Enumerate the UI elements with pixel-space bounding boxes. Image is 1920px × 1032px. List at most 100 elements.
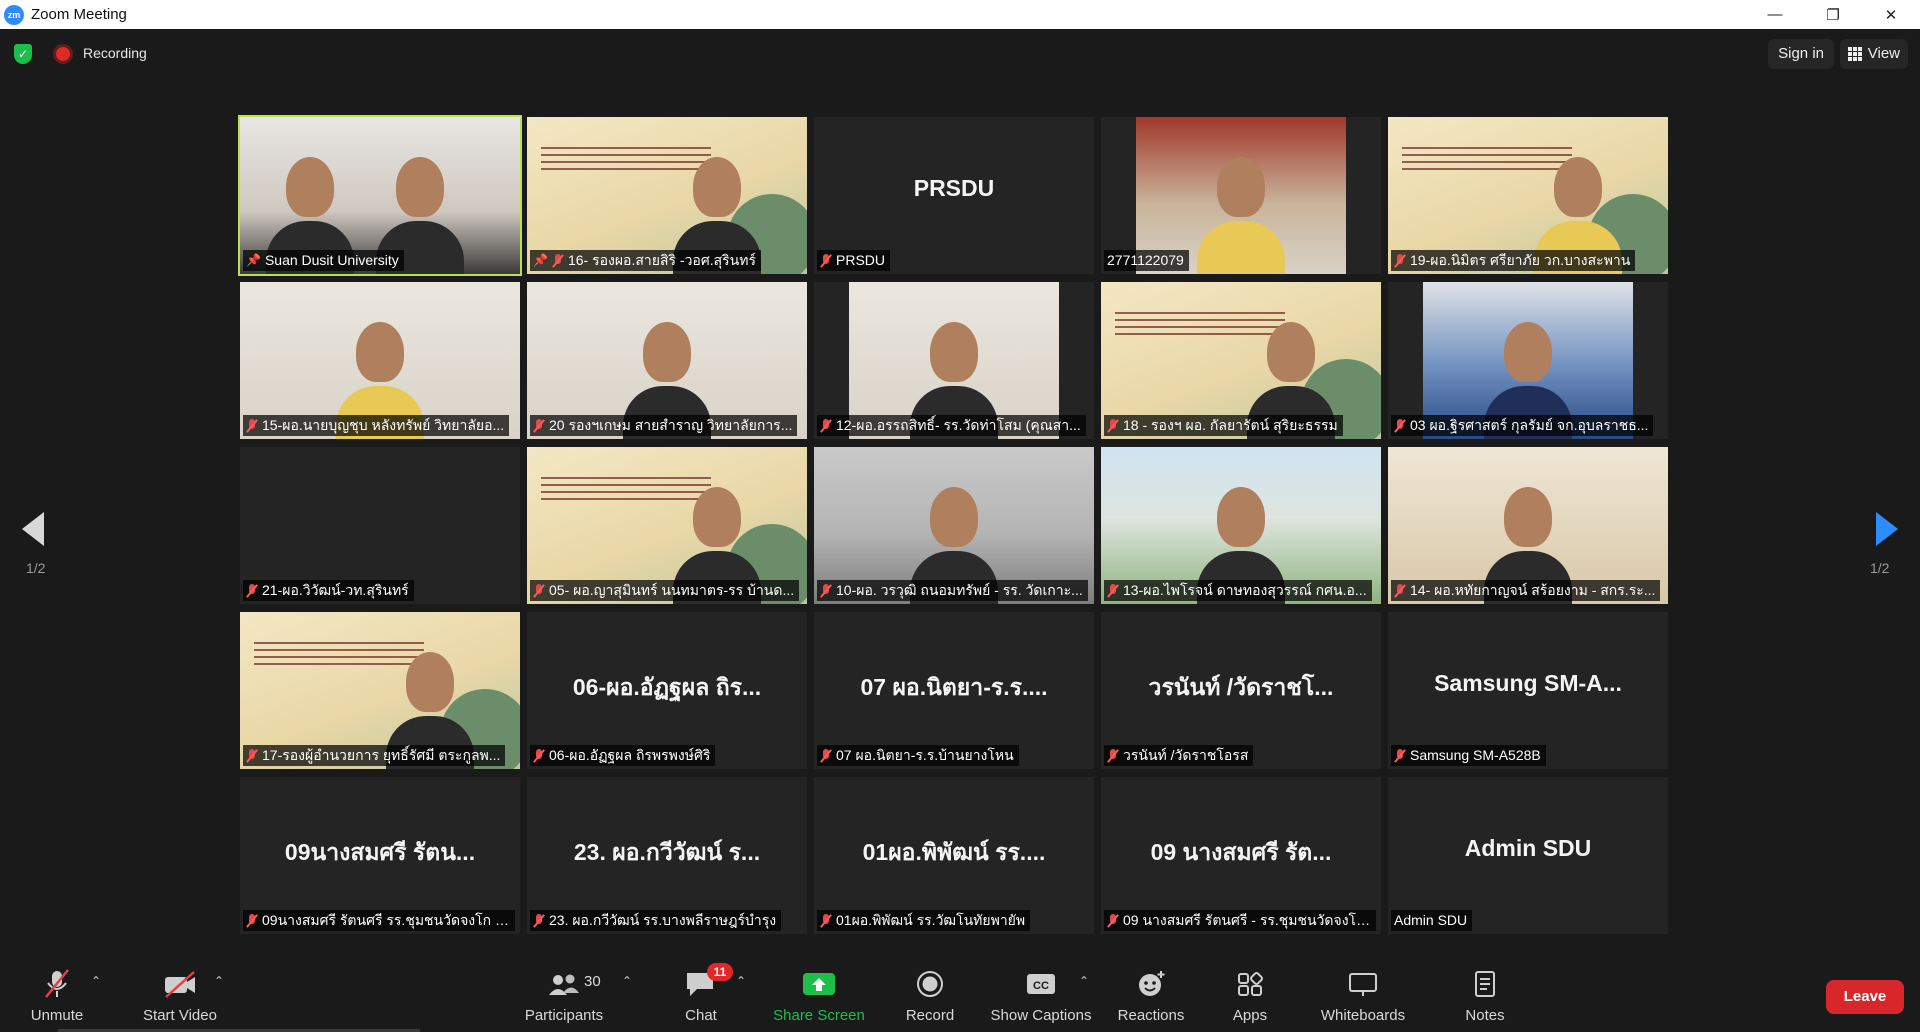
apps-button[interactable]: Apps [1230,960,1270,1024]
participant-tile[interactable]: 13-ผอ.ไพโรจน์ ดาษทองสุวรรณ์ กศน.อ... [1101,447,1381,604]
sign-in-button[interactable]: Sign in [1768,39,1834,69]
participants-label: Participants [524,1007,604,1024]
chat-label: Chat [685,1007,717,1024]
participant-face [396,157,444,217]
participant-tile[interactable]: 05- ผอ.ญาสุมินทร์ นนทมาตร-รร บ้านด... [527,447,807,604]
participant-name-label: 21-ผอ.วิวัฒน์-วท.สุรินทร์ [243,580,414,601]
participant-tile[interactable]: Admin SDU Admin SDU [1388,777,1668,934]
participant-name-text: 15-ผอ.นายบุญชุบ หลังทรัพย์ วิทยาลัยอ... [262,417,505,433]
participants-count: 30 [584,973,601,990]
participant-tile[interactable]: 01ผอ.พิพัฒน์ รร.... 01ผอ.พิพัฒน์ รร.วัฒโน… [814,777,1094,934]
participant-name-label: 05- ผอ.ญาสุมินทร์ นนทมาตร-รร บ้านด... [530,580,800,601]
muted-microphone-icon [39,969,75,999]
participant-tile[interactable]: 14- ผอ.หทัยกาญจน์ สร้อยงาม - สกร.ระ... [1388,447,1668,604]
participant-name-label: 19-ผอ.นิมิตร ศรียาภัย วก.บางสะพาน [1391,250,1636,271]
record-button[interactable]: Record [902,960,958,1024]
participant-face [643,322,691,382]
whiteboards-label: Whiteboards [1320,1007,1406,1024]
participant-name-text: 14- ผอ.หทัยกาญจน์ สร้อยงาม - สกร.ระ... [1410,582,1656,598]
participant-name-label: 01ผอ.พิพัฒน์ รร.วัฒโนทัยพายัพ [817,910,1031,931]
participant-name-text: 19-ผอ.นิมิตร ศรียาภัย วก.บางสะพาน [1410,252,1631,268]
view-button[interactable]: View [1839,39,1908,69]
participant-tile[interactable]: 06-ผอ.อัฏฐผล ถิร... 06-ผอ.อัฏฐผล ถิรพรพงษ… [527,612,807,769]
share-screen-button[interactable]: Share Screen [773,960,865,1024]
participant-tile[interactable]: 10-ผอ. วรวุฒิ ถนอมทรัพย์ - รร. วัดเกาะ..… [814,447,1094,604]
previous-page-arrow-icon[interactable] [22,512,44,546]
participant-name-text: Suan Dusit University [264,252,399,268]
participants-options-chevron-icon[interactable]: ⌃ [622,974,632,988]
participant-tile[interactable]: 09 นางสมศรี รัต... 09 นางสมศรี รัตนศรี - … [1101,777,1381,934]
participant-tile[interactable]: PRSDU PRSDU [814,117,1094,274]
participant-name-label: 20 รองฯเกษม สายสำราญ วิทยาลัยการ... [530,415,798,436]
muted-microphone-icon [533,418,545,433]
participant-tile[interactable]: วรนันท์ /วัดราชโ... วรนันท์ /วัดราชโอรส [1101,612,1381,769]
muted-microphone-icon [246,418,258,433]
leave-button[interactable]: Leave [1826,980,1904,1014]
whiteboard-icon [1345,969,1381,999]
muted-microphone-icon [1107,748,1119,763]
participant-tile[interactable]: 09นางสมศรี รัตน... 09นางสมศรี รัตนศรี รร.… [240,777,520,934]
video-gallery: 📌 Suan Dusit University 📌 16- รองผอ.สายสิริ… [238,115,1668,934]
reactions-button[interactable]: Reactions [1116,960,1186,1024]
participant-tile[interactable]: 21-ผอ.วิวัฒน์-วท.สุรินทร์ [240,447,520,604]
show-captions-button[interactable]: CC Show Captions [990,960,1092,1024]
participant-name-text: 20 รองฯเกษม สายสำราญ วิทยาลัยการ... [549,417,793,433]
security-shield-icon[interactable]: ✓ [14,44,32,64]
participant-display-name: PRSDU [913,175,995,201]
participant-tile[interactable]: 📌 Suan Dusit University [238,115,522,276]
video-options-chevron-icon[interactable]: ⌃ [214,974,224,988]
participant-name-label: Samsung SM-A528B [1391,745,1546,766]
muted-microphone-icon [246,913,258,928]
grid-view-icon [1847,47,1862,61]
participant-name-label: 14- ผอ.หทัยกาญจน์ สร้อยงาม - สกร.ระ... [1391,580,1661,601]
participants-button[interactable]: 30 Participants [522,960,606,1024]
participant-name-text: 18 - รองฯ ผอ. กัลยารัตน์ สุริยะธรรม [1123,417,1338,433]
participant-name-text: 17-รองผู้อำนวยการ ยุทธิ์รัศมี ตระกูลพ... [262,747,501,763]
muted-microphone-icon [246,583,258,598]
chat-button[interactable]: 11 Chat [683,960,733,1024]
participant-tile[interactable]: 17-รองผู้อำนวยการ ยุทธิ์รัศมี ตระกูลพ... [240,612,520,769]
participant-tile[interactable]: 18 - รองฯ ผอ. กัลยารัตน์ สุริยะธรรม [1101,282,1381,439]
participant-tile[interactable]: 15-ผอ.นายบุญชุบ หลังทรัพย์ วิทยาลัยอ... [240,282,520,439]
apps-icon [1232,969,1268,999]
minimize-button[interactable]: — [1746,0,1804,29]
muted-microphone-icon [820,748,832,763]
participant-tile[interactable]: 07 ผอ.นิตยา-ร.ร.... 07 ผอ.นิตยา-ร.ร.บ้านย… [814,612,1094,769]
participant-display-name: 07 ผอ.นิตยา-ร.ร.... [860,674,1048,700]
participant-name-text: 13-ผอ.ไพโรจน์ ดาษทองสุวรรณ์ กศน.อ... [1123,582,1367,598]
participant-name-label: 23. ผอ.กวีวัฒน์ รร.บางพลีราษฎร์บำรุง [530,910,782,931]
recording-indicator-icon[interactable] [56,47,70,61]
participant-display-name: 23. ผอ.กวีวัฒน์ ร... [573,839,761,865]
start-video-button[interactable]: Start Video [135,960,225,1024]
whiteboards-button[interactable]: Whiteboards [1316,960,1410,1024]
participant-face [356,322,404,382]
participant-tile[interactable]: Samsung SM-A... Samsung SM-A528B [1388,612,1668,769]
slide-heading-text [541,477,711,503]
participant-name-label: 📌 16- รองผอ.สายสิริ -วอศ.สุรินทร์ [530,250,761,271]
chat-options-chevron-icon[interactable]: ⌃ [736,974,746,988]
participant-name-text: 10-ผอ. วรวุฒิ ถนอมทรัพย์ - รร. วัดเกาะ..… [836,582,1083,598]
notes-button[interactable]: Notes [1463,960,1507,1024]
participant-tile[interactable]: 12-ผอ.อรรถสิทธิ์- รร.วัดท่าโสม (คุณสา... [814,282,1094,439]
participant-name-text: 01ผอ.พิพัฒน์ รร.วัฒโนทัยพายัพ [836,912,1026,928]
captions-options-chevron-icon[interactable]: ⌃ [1079,974,1089,988]
unmute-button[interactable]: Unmute [24,960,90,1024]
participant-tile[interactable]: 03 ผอ.ฐิรศาสตร์ กุลรัมย์ จก.อุบลราชธ... [1388,282,1668,439]
cc-text: CC [1033,980,1049,992]
participant-name-label: 09นางสมศรี รัตนศรี รร.ชุมชนวัดจงโก มิ... [243,910,515,931]
participant-tile[interactable]: 19-ผอ.นิมิตร ศรียาภัย วก.บางสะพาน [1388,117,1668,274]
participant-face [1504,487,1552,547]
next-page-arrow-icon[interactable] [1876,512,1898,546]
participant-tile[interactable]: 20 รองฯเกษม สายสำราญ วิทยาลัยการ... [527,282,807,439]
close-button[interactable]: ✕ [1862,0,1920,29]
participant-tile[interactable]: 📌 16- รองผอ.สายสิริ -วอศ.สุรินทร์ [527,117,807,274]
record-label: Record [905,1007,955,1024]
audio-options-chevron-icon[interactable]: ⌃ [91,974,101,988]
restore-button[interactable]: ❐ [1804,0,1862,29]
participant-name-label: Admin SDU [1391,910,1473,931]
participant-tile[interactable]: 23. ผอ.กวีวัฒน์ ร... 23. ผอ.กวีวัฒน์ รร.บ… [527,777,807,934]
muted-microphone-icon [1394,253,1406,268]
muted-microphone-icon [1107,583,1119,598]
muted-microphone-icon [1107,913,1119,928]
participant-tile[interactable]: 2771122079 [1101,117,1381,274]
